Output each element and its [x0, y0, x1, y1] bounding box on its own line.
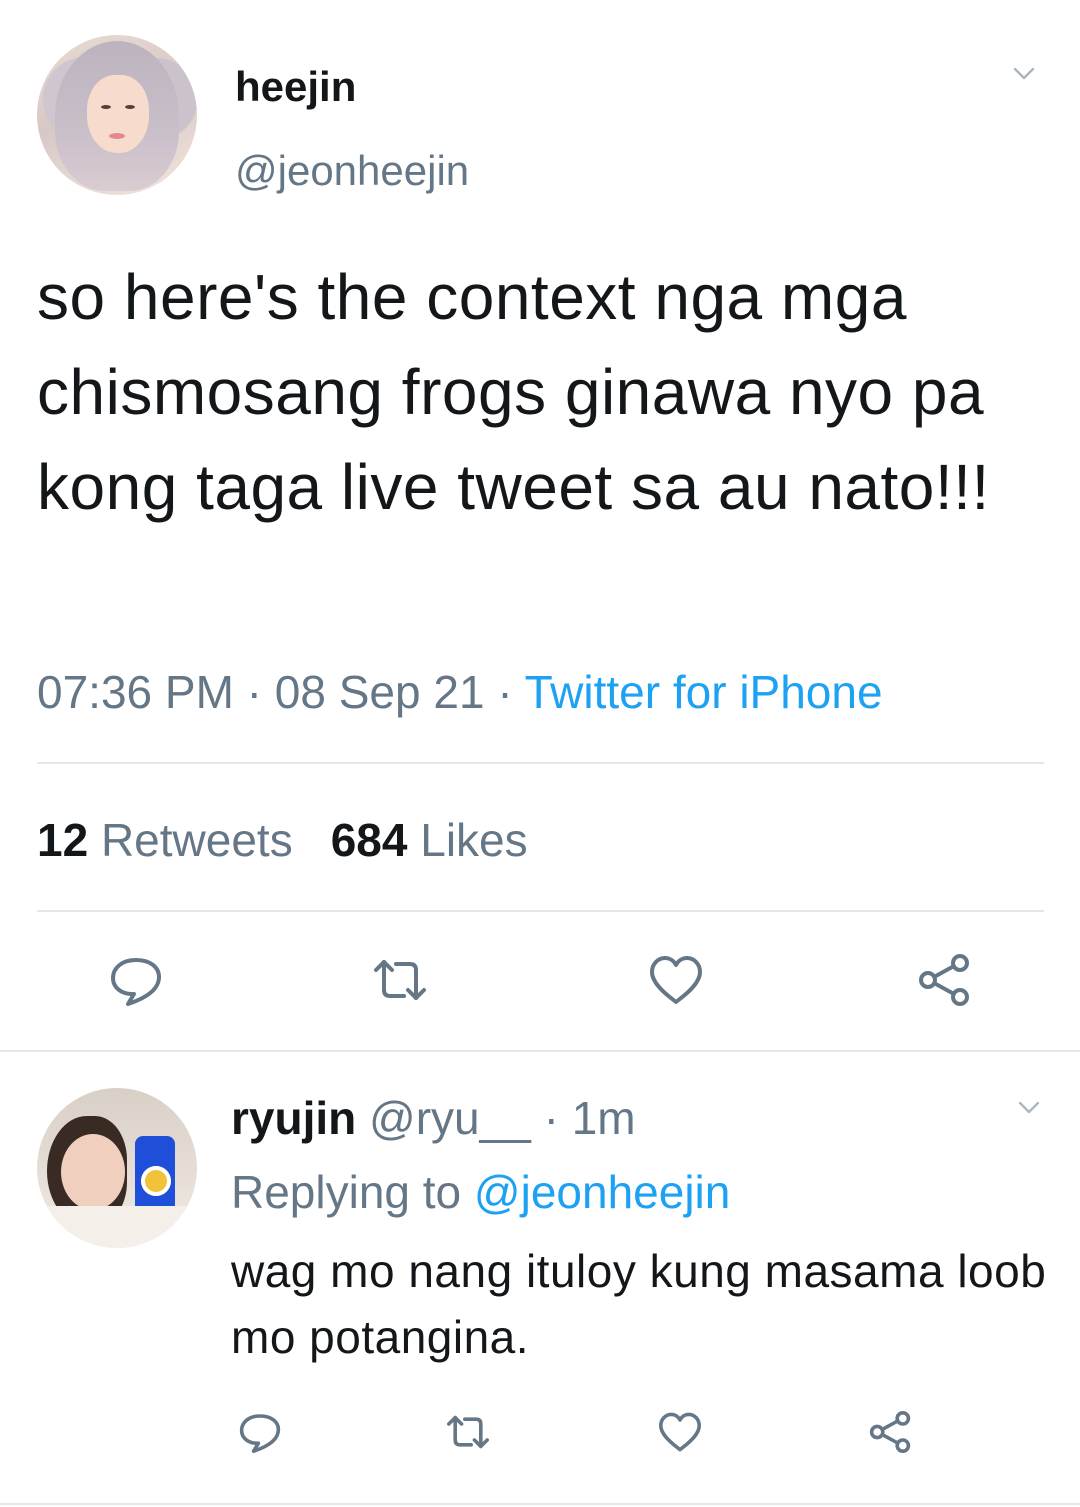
heart-icon[interactable]	[646, 950, 706, 1010]
replying-prefix: Replying to	[231, 1166, 474, 1218]
retweets-label: Retweets	[100, 814, 293, 866]
avatar[interactable]	[37, 1088, 197, 1248]
reply-text: wag mo nang ituloy kung masama loob mo p…	[231, 1245, 1047, 1363]
reply-header: ryujin @ryu__ · 1m	[231, 1090, 636, 1146]
likes-stat[interactable]: 684 Likes	[331, 814, 528, 866]
user-handle[interactable]: @ryu__	[369, 1092, 531, 1144]
meta-separator: ·	[233, 666, 275, 718]
replying-to: Replying to @jeonheejin	[231, 1164, 730, 1220]
divider	[0, 1503, 1080, 1505]
tweet-meta: 07:36 PM · 08 Sep 21 · Twitter for iPhon…	[37, 662, 883, 722]
display-name[interactable]: heejin	[235, 62, 356, 112]
tweet-time: 07:36 PM	[37, 666, 234, 718]
chevron-down-icon[interactable]	[1013, 62, 1035, 84]
reply-icon[interactable]	[106, 950, 166, 1010]
share-icon[interactable]	[914, 950, 974, 1010]
divider	[37, 762, 1044, 764]
meta-separator: ·	[484, 666, 525, 718]
retweets-count: 12	[37, 814, 89, 866]
retweets-stat[interactable]: 12 Retweets	[37, 814, 293, 866]
tweet-text: so here's the context nga mga chismosang…	[37, 261, 990, 523]
tweet-date: 08 Sep 21	[274, 666, 485, 718]
heart-icon[interactable]	[656, 1408, 704, 1456]
meta-separator: ·	[530, 1092, 572, 1144]
reply-time: 1m	[571, 1092, 636, 1144]
display-name[interactable]: ryujin	[231, 1092, 356, 1144]
chevron-down-icon[interactable]	[1018, 1096, 1040, 1118]
engagement-stats: 12 Retweets 684 Likes	[37, 812, 528, 868]
likes-label: Likes	[420, 814, 528, 866]
likes-count: 684	[330, 814, 408, 866]
tweet-source-link[interactable]: Twitter for iPhone	[525, 666, 883, 718]
mention-link[interactable]: @jeonheejin	[474, 1166, 730, 1218]
reply-icon[interactable]	[236, 1408, 284, 1456]
share-icon[interactable]	[866, 1408, 914, 1456]
divider	[0, 1050, 1080, 1052]
avatar[interactable]	[37, 35, 197, 195]
user-handle[interactable]: @jeonheejin	[235, 146, 469, 196]
divider	[37, 910, 1044, 912]
retweet-icon[interactable]	[444, 1408, 492, 1456]
retweet-icon[interactable]	[370, 950, 430, 1010]
